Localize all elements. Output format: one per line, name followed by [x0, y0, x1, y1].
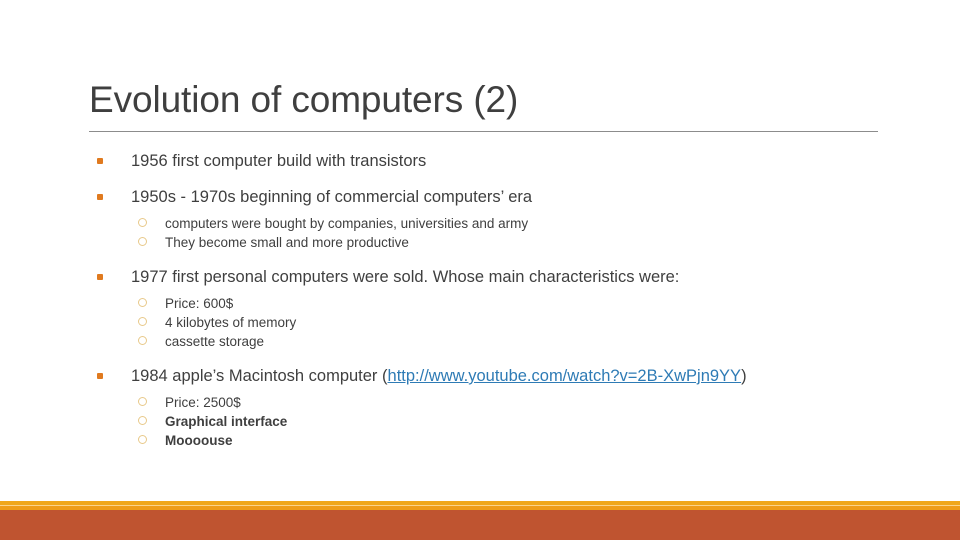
list-item: 1984 apple’s Macintosh computer (http://…	[89, 365, 889, 387]
sub-bullet-text: Graphical interface	[165, 414, 288, 429]
sub-list-item: Moooouse	[89, 431, 889, 450]
sub-bullet-list: Price: 2500$ Graphical interface Moooous…	[89, 393, 889, 450]
bullet-square-icon	[97, 373, 103, 379]
bullet-circle-icon	[138, 435, 147, 444]
bullet-text: 1977 first personal computers were sold.…	[131, 268, 680, 286]
body-content: 1956 first computer build with transisto…	[89, 150, 889, 450]
bullet-circle-icon	[138, 237, 147, 246]
accent-stripe-terracotta	[0, 510, 960, 540]
sub-bullet-list: computers were bought by companies, univ…	[89, 214, 889, 252]
bullet-list: 1956 first computer build with transisto…	[89, 150, 889, 450]
sub-bullet-text: computers were bought by companies, univ…	[165, 216, 529, 231]
bullet-text-suffix: )	[741, 367, 747, 385]
sub-bullet-text: Price: 2500$	[165, 395, 241, 410]
title-divider	[89, 131, 878, 132]
sub-bullet-text: Price: 600$	[165, 296, 234, 311]
bullet-circle-icon	[138, 416, 147, 425]
sub-list-item: Price: 2500$	[89, 393, 889, 412]
slide-canvas: Evolution of computers (2) 1956 first co…	[0, 0, 960, 540]
bullet-circle-icon	[138, 397, 147, 406]
footer-accent-bar	[0, 499, 960, 540]
sub-bullet-text: 4 kilobytes of memory	[165, 315, 297, 330]
sub-list-item: cassette storage	[89, 332, 889, 351]
bullet-square-icon	[97, 158, 103, 164]
title-block: Evolution of computers (2)	[89, 78, 879, 122]
bullet-text: 1950s - 1970s beginning of commercial co…	[131, 188, 533, 206]
sub-bullet-text: Moooouse	[165, 433, 233, 448]
bullet-circle-icon	[138, 298, 147, 307]
list-item: 1977 first personal computers were sold.…	[89, 266, 889, 288]
page-title: Evolution of computers (2)	[89, 79, 519, 120]
sub-list-item: Graphical interface	[89, 412, 889, 431]
bullet-text-prefix: 1984 apple’s Macintosh computer (	[131, 367, 388, 385]
bullet-square-icon	[97, 194, 103, 200]
bullet-circle-icon	[138, 317, 147, 326]
list-item: 1950s - 1970s beginning of commercial co…	[89, 186, 889, 208]
bullet-text: 1956 first computer build with transisto…	[131, 152, 427, 170]
sub-bullet-text: They become small and more productive	[165, 235, 409, 250]
bullet-square-icon	[97, 274, 103, 280]
sub-bullet-list: Price: 600$ 4 kilobytes of memory casset…	[89, 294, 889, 351]
sub-list-item: 4 kilobytes of memory	[89, 313, 889, 332]
sub-bullet-text: cassette storage	[165, 334, 265, 349]
sub-list-item: computers were bought by companies, univ…	[89, 214, 889, 233]
youtube-link[interactable]: http://www.youtube.com/watch?v=2B-XwPjn9…	[388, 367, 742, 385]
list-item: 1956 first computer build with transisto…	[89, 150, 889, 172]
sub-list-item: Price: 600$	[89, 294, 889, 313]
bullet-circle-icon	[138, 336, 147, 345]
bullet-circle-icon	[138, 218, 147, 227]
sub-list-item: They become small and more productive	[89, 233, 889, 252]
